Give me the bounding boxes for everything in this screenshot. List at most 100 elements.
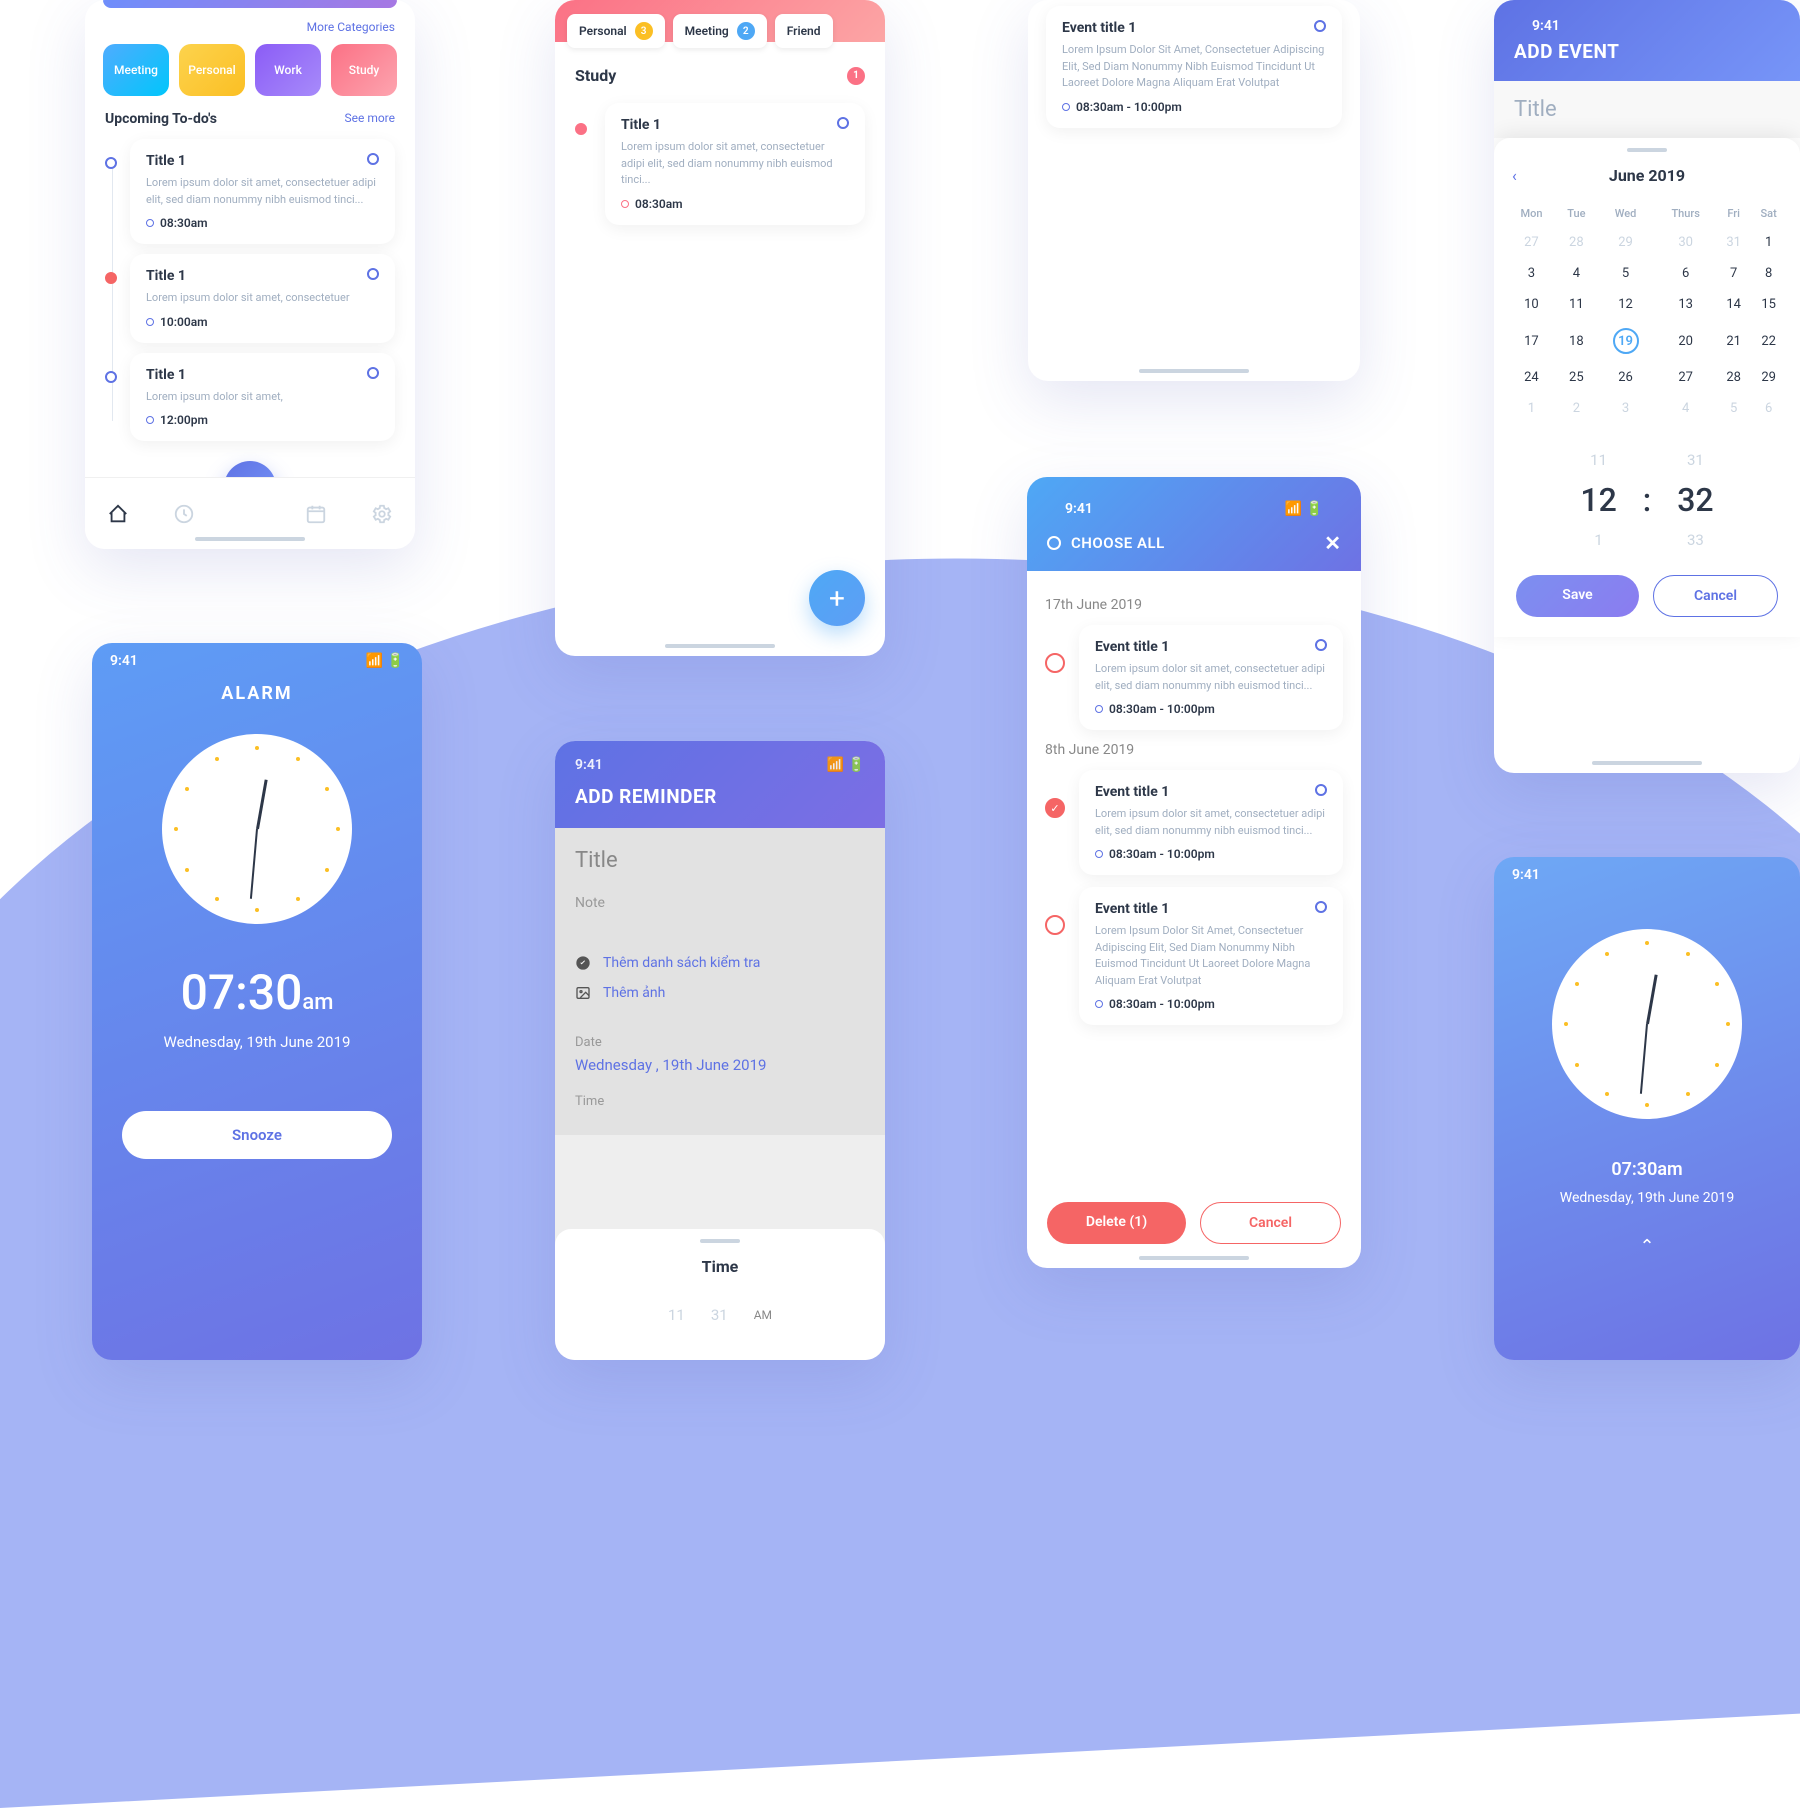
calendar-day[interactable]: 8 <box>1751 259 1786 288</box>
calendar-day[interactable]: 24 <box>1508 363 1555 392</box>
todo-item[interactable]: Title 1 Lorem ipsum dolor sit amet, cons… <box>105 139 395 244</box>
event-item[interactable]: ✓ Event title 1 Lorem ipsum dolor sit am… <box>1045 770 1343 875</box>
calendar-day[interactable]: 11 <box>1557 290 1596 319</box>
calendar-day[interactable]: 7 <box>1718 259 1749 288</box>
calendar-day[interactable]: 1 <box>1751 228 1786 257</box>
close-icon[interactable]: ✕ <box>1324 531 1341 555</box>
calendar-day[interactable]: 18 <box>1557 321 1596 361</box>
calendar-day[interactable]: 22 <box>1751 321 1786 361</box>
add-fab-button[interactable]: + <box>809 570 865 626</box>
header-gradient <box>103 0 397 8</box>
category-personal[interactable]: Personal <box>179 44 245 96</box>
category-work[interactable]: Work <box>255 44 321 96</box>
calendar-day[interactable]: 4 <box>1557 259 1596 288</box>
alarm-screen: 9:41📶 🔋 ALARM 07:30am Wednesday, 19th Ju… <box>92 643 422 1360</box>
more-categories-link[interactable]: More Categories <box>85 20 415 44</box>
calendar-day[interactable]: 5 <box>1718 394 1749 423</box>
todo-item[interactable]: Title 1 Lorem ipsum dolor sit amet, cons… <box>105 254 395 343</box>
choose-all-button[interactable]: CHOOSE ALL <box>1047 534 1165 552</box>
time-header: Time <box>575 1257 865 1276</box>
tab-meeting[interactable]: Meeting2 <box>673 14 767 48</box>
event-desc: Lorem ipsum dolor sit amet, consectetuer… <box>1095 661 1327 694</box>
clock-icon[interactable] <box>173 503 195 525</box>
checkbox[interactable] <box>1045 915 1065 935</box>
cancel-button[interactable]: Cancel <box>1200 1202 1341 1244</box>
todo-item[interactable]: Title 1 Lorem ipsum dolor sit amet, 12:0… <box>105 353 395 442</box>
note-input[interactable]: Note <box>575 895 865 911</box>
time-picker[interactable]: 11 12 1 : 31 32 33 <box>1506 445 1788 555</box>
home-indicator <box>1139 1256 1249 1260</box>
see-more-link[interactable]: See more <box>344 111 395 127</box>
calendar-day[interactable]: 25 <box>1557 363 1596 392</box>
calendar-day[interactable]: 21 <box>1718 321 1749 361</box>
sheet-grip[interactable] <box>700 1239 740 1243</box>
status-ring-icon <box>837 117 849 129</box>
add-image-option[interactable]: Thêm ảnh <box>575 985 865 1001</box>
event-card[interactable]: Event title 1 Lorem Ipsum Dolor Sit Amet… <box>1046 6 1342 128</box>
calendar-day[interactable]: 4 <box>1655 394 1716 423</box>
calendar-day[interactable]: 14 <box>1718 290 1749 319</box>
calendar-day[interactable]: 30 <box>1655 228 1716 257</box>
snooze-button[interactable]: Snooze <box>122 1111 392 1159</box>
calendar-day[interactable]: 5 <box>1598 259 1653 288</box>
calendar-day[interactable]: 6 <box>1655 259 1716 288</box>
clock-face <box>162 734 352 924</box>
chevron-up-icon[interactable]: ⌃ <box>1494 1236 1800 1257</box>
event-item[interactable]: Event title 1 Lorem ipsum dolor sit amet… <box>1045 625 1343 730</box>
date-value[interactable]: Wednesday , 19th June 2019 <box>575 1056 865 1074</box>
calendar-day[interactable]: 27 <box>1655 363 1716 392</box>
calendar-day[interactable]: 3 <box>1508 259 1555 288</box>
calendar-day[interactable]: 6 <box>1751 394 1786 423</box>
prev-month-icon[interactable]: ‹ <box>1512 166 1517 185</box>
home-screen: More Categories Meeting Personal Work St… <box>85 0 415 549</box>
calendar-day[interactable]: 1 <box>1508 394 1555 423</box>
calendar-day[interactable]: 15 <box>1751 290 1786 319</box>
check-circle-icon <box>575 955 591 971</box>
tab-personal[interactable]: Personal3 <box>567 14 665 48</box>
event-desc: Lorem Ipsum Dolor Sit Amet, Consectetuer… <box>1062 42 1326 92</box>
tab-friend[interactable]: Friend <box>775 14 833 48</box>
upcoming-title: Upcoming To-do's <box>105 111 217 127</box>
checkbox[interactable] <box>1045 653 1065 673</box>
category-title: Study <box>575 66 616 85</box>
calendar-day[interactable]: 31 <box>1718 228 1749 257</box>
save-button[interactable]: Save <box>1516 575 1639 617</box>
calendar-day[interactable]: 28 <box>1718 363 1749 392</box>
add-checklist-option[interactable]: Thêm danh sách kiểm tra <box>575 955 865 971</box>
category-meeting[interactable]: Meeting <box>103 44 169 96</box>
cancel-button[interactable]: Cancel <box>1653 575 1778 617</box>
settings-icon[interactable] <box>371 503 393 525</box>
calendar-icon[interactable] <box>305 503 327 525</box>
sheet-grip[interactable] <box>1627 148 1667 152</box>
calendar-day[interactable]: 27 <box>1508 228 1555 257</box>
delete-button[interactable]: Delete (1) <box>1047 1202 1186 1244</box>
time-picker[interactable]: 11 31 AM <box>575 1300 865 1330</box>
calendar-day[interactable]: 2 <box>1557 394 1596 423</box>
calendar-day[interactable]: 28 <box>1557 228 1596 257</box>
title-input[interactable]: Title <box>1494 81 1800 138</box>
calendar-day[interactable]: 13 <box>1655 290 1716 319</box>
calendar-day[interactable]: 19 <box>1598 321 1653 361</box>
timeline-dot-icon <box>575 123 587 135</box>
calendar-day[interactable]: 29 <box>1598 228 1653 257</box>
checkbox-checked[interactable]: ✓ <box>1045 798 1065 818</box>
date-label: Date <box>575 1035 865 1050</box>
calendar-day[interactable]: 3 <box>1598 394 1653 423</box>
home-indicator <box>665 644 775 648</box>
category-study[interactable]: Study <box>331 44 397 96</box>
event-item[interactable]: Event title 1 Lorem Ipsum Dolor Sit Amet… <box>1045 887 1343 1025</box>
todo-item[interactable]: Title 1 Lorem ipsum dolor sit amet, cons… <box>575 103 865 225</box>
home-icon[interactable] <box>107 503 129 525</box>
calendar-day[interactable]: 26 <box>1598 363 1653 392</box>
status-time: 9:41 <box>1532 18 1560 34</box>
calendar-day[interactable]: 29 <box>1751 363 1786 392</box>
add-event-header: ADD EVENT <box>1514 40 1780 63</box>
calendar-day[interactable]: 12 <box>1598 290 1653 319</box>
status-icons: 📶 🔋 <box>827 757 865 773</box>
calendar-day[interactable]: 20 <box>1655 321 1716 361</box>
title-input[interactable]: Title <box>575 848 865 873</box>
calendar-day[interactable]: 10 <box>1508 290 1555 319</box>
status-icons: 📶 🔋 <box>1285 501 1323 517</box>
event-title: Event title 1 <box>1095 784 1327 800</box>
calendar-day[interactable]: 17 <box>1508 321 1555 361</box>
